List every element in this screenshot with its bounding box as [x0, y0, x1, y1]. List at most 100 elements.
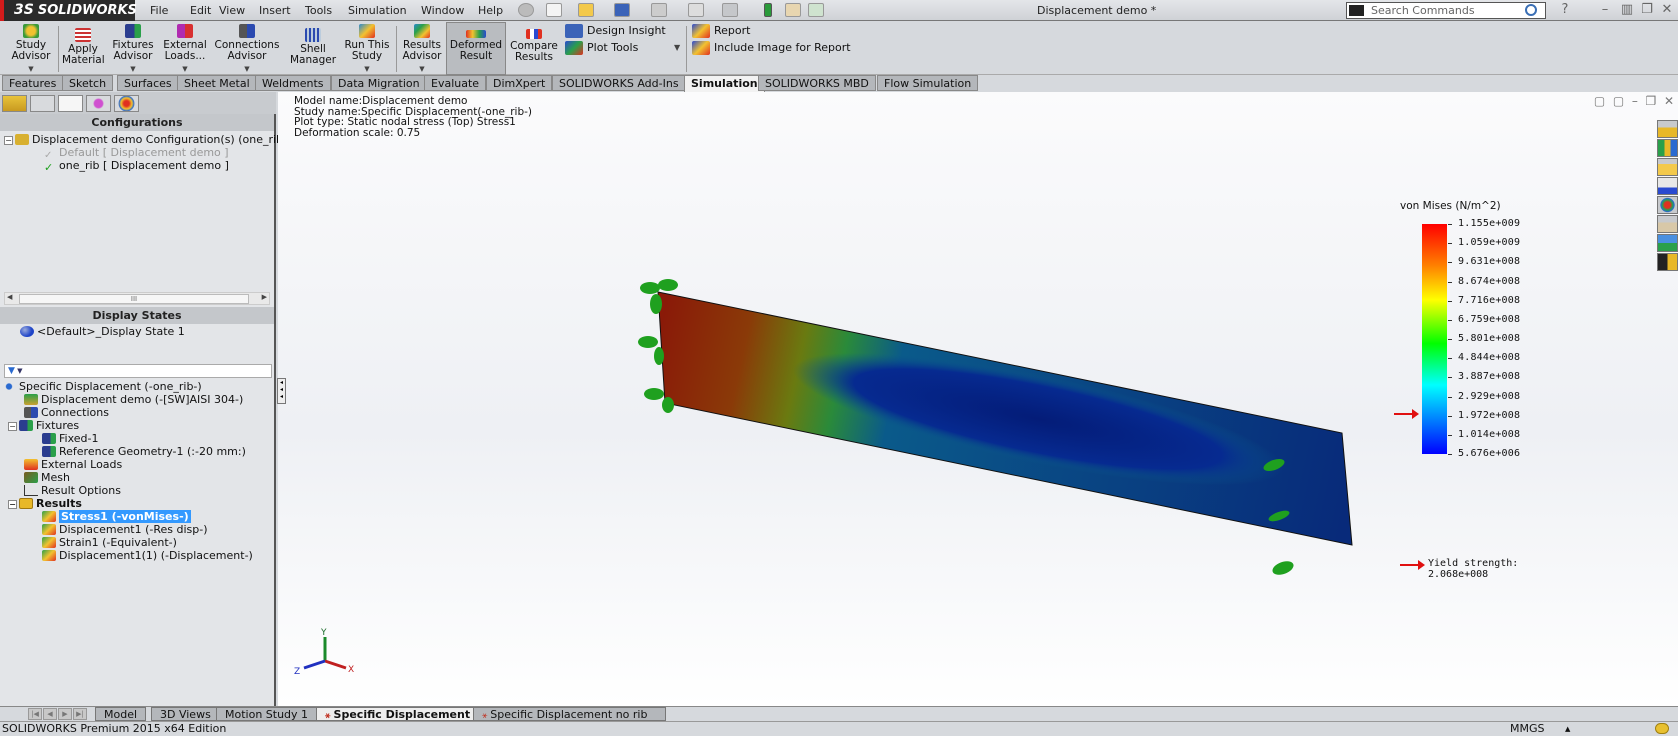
deformed-result-button[interactable]: Deformed Result — [446, 22, 506, 75]
file-properties-icon[interactable] — [785, 3, 801, 17]
filter-bar[interactable]: ▼ ▼ — [4, 364, 272, 378]
file-explorer-icon[interactable] — [1657, 158, 1678, 176]
rebuild-status-icon[interactable] — [1655, 723, 1669, 734]
config-item-one-rib[interactable]: ✓ one_rib [ Displacement demo ] — [4, 159, 274, 174]
tab-3d-views[interactable]: 3D Views — [151, 707, 220, 721]
tree-item-part[interactable]: Displacement demo (-[SW]AISI 304-) — [2, 393, 274, 406]
custom-properties-icon[interactable] — [1657, 215, 1678, 233]
new-document-icon[interactable] — [546, 3, 562, 17]
forum-icon[interactable] — [1657, 234, 1678, 252]
tab-simulation[interactable]: Simulation — [684, 75, 765, 92]
tree-item-fixtures[interactable]: − Fixtures — [2, 419, 274, 432]
tab-data-migration[interactable]: Data Migration — [331, 75, 427, 91]
display-state-item[interactable]: <Default>_Display State 1 — [20, 325, 274, 338]
tab-specific-displacement[interactable]: ⚹ Specific Displacement — [316, 707, 480, 721]
design-library-icon[interactable] — [1657, 139, 1678, 157]
tree-item-strain1[interactable]: Strain1 (-Equivalent-) — [2, 536, 274, 549]
compare-results-button[interactable]: Compare Results — [510, 22, 558, 75]
menu-file[interactable]: File — [150, 0, 168, 21]
plot-tools-dropdown-icon[interactable]: ▼ — [674, 43, 680, 52]
design-insight-button[interactable]: Design Insight — [563, 23, 683, 39]
tree-item-displacement1[interactable]: Displacement1 (-Res disp-) — [2, 523, 274, 536]
scroll-right-icon[interactable]: ▶ — [262, 293, 267, 301]
tab-evaluate[interactable]: Evaluate — [424, 75, 487, 91]
view-palette-icon[interactable] — [1657, 177, 1678, 195]
tab-surfaces[interactable]: Surfaces — [117, 75, 179, 91]
collapse-icon[interactable]: − — [4, 136, 13, 145]
tab-flow-simulation[interactable]: Flow Simulation — [877, 75, 979, 91]
study-advisor-button[interactable]: Study Advisor ▼ — [8, 22, 54, 75]
report-button[interactable]: Report — [690, 23, 890, 39]
feature-manager-tab-icon[interactable] — [2, 95, 27, 112]
tree-item-mesh[interactable]: Mesh — [2, 471, 274, 484]
tab-model[interactable]: Model — [95, 707, 147, 721]
tree-item-fixed-1[interactable]: Fixed-1 — [2, 432, 274, 445]
collapse-icon[interactable]: − — [8, 422, 17, 431]
options-icon[interactable] — [808, 3, 824, 17]
menu-window[interactable]: Window — [421, 0, 464, 21]
open-folder-icon[interactable] — [578, 3, 594, 17]
tree-item-reference-geometry-1[interactable]: Reference Geometry-1 (:-20 mm:) — [2, 445, 274, 458]
tree-item-results[interactable]: − Results — [2, 497, 274, 510]
tile-icon[interactable]: ▥ — [1618, 2, 1636, 17]
solidworks-resources-icon[interactable] — [1657, 120, 1678, 138]
configurations-root[interactable]: − Displacement demo Configuration(s) (one… — [4, 133, 287, 146]
dimxpert-manager-tab-icon[interactable] — [86, 95, 111, 112]
pin-icon[interactable] — [518, 3, 534, 17]
tab-solidworks-add-ins[interactable]: SOLIDWORKS Add-Ins — [552, 75, 686, 91]
display-manager-tab-icon[interactable] — [114, 95, 139, 112]
units-selector[interactable]: MMGS — [1510, 722, 1545, 736]
tab-weldments[interactable]: Weldments — [255, 75, 331, 91]
plot-tools-button[interactable]: Plot Tools — [563, 40, 683, 56]
tree-item-external-loads[interactable]: External Loads — [2, 458, 274, 471]
appearances-icon[interactable] — [1657, 196, 1678, 214]
graphics-area[interactable]: Model name:Displacement demo Study name:… — [278, 92, 1678, 706]
menu-help[interactable]: Help — [478, 0, 503, 21]
search-icon[interactable] — [1525, 4, 1537, 16]
results-advisor-button[interactable]: Results Advisor ▼ — [400, 22, 444, 75]
print-icon[interactable] — [651, 3, 667, 17]
fixtures-advisor-button[interactable]: Fixtures Advisor ▼ — [108, 22, 158, 75]
tab-sketch[interactable]: Sketch — [62, 75, 114, 91]
config-item-default[interactable]: ✓ Default [ Displacement demo ] — [4, 146, 274, 161]
tab-features[interactable]: Features — [2, 75, 64, 91]
simulation-advisor-icon[interactable] — [1657, 253, 1678, 271]
save-icon[interactable] — [614, 3, 630, 17]
minimize-icon[interactable]: – — [1596, 2, 1614, 17]
horizontal-scrollbar[interactable]: ◀ III ▶ — [4, 292, 270, 305]
property-manager-tab-icon[interactable] — [30, 95, 55, 112]
first-tab-icon[interactable]: |◀ — [28, 708, 42, 720]
tab-sheet-metal[interactable]: Sheet Metal — [177, 75, 257, 91]
last-tab-icon[interactable]: ▶| — [73, 708, 87, 720]
include-image-for-report-button[interactable]: Include Image for Report — [690, 40, 890, 56]
tree-item-stress1[interactable]: Stress1 (-vonMises-) — [2, 510, 274, 523]
collapse-panel-handle[interactable]: ◂ ◂ ◂ — [277, 378, 286, 404]
select-pointer-icon[interactable] — [722, 3, 738, 17]
tab-solidworks-mbd[interactable]: SOLIDWORKS MBD — [758, 75, 876, 91]
previous-tab-icon[interactable]: ◀ — [43, 708, 57, 720]
restore-icon[interactable]: ❐ — [1638, 2, 1656, 17]
study-root[interactable]: Specific Displacement (-one_rib-) — [2, 380, 274, 393]
tree-item-displacement1-1[interactable]: Displacement1(1) (-Displacement-) — [2, 549, 274, 562]
stress-legend[interactable]: von Mises (N/m^2) 1.155e+009 1.059e+009 9.… — [1394, 200, 1580, 580]
scroll-left-icon[interactable]: ◀ — [7, 293, 12, 301]
menu-insert[interactable]: Insert — [259, 0, 291, 21]
filter-icon[interactable]: ▼ — [8, 366, 15, 376]
connections-advisor-button[interactable]: Connections Advisor ▼ — [213, 22, 281, 75]
orientation-triad[interactable]: Y X Z — [294, 628, 354, 677]
undo-icon[interactable] — [688, 3, 704, 17]
shell-manager-button[interactable]: Shell Manager — [288, 22, 338, 75]
tab-dimxpert[interactable]: DimXpert — [486, 75, 553, 91]
run-this-study-button[interactable]: Run This Study ▼ — [343, 22, 391, 75]
menu-view[interactable]: View — [219, 0, 245, 21]
configuration-manager-tab-icon[interactable] — [58, 95, 83, 112]
units-dropdown-icon[interactable]: ▲ — [1565, 722, 1570, 736]
solidworks-logo[interactable]: 3S SOLIDWORKS — [0, 0, 137, 21]
collapse-icon[interactable]: − — [8, 500, 17, 509]
scrollbar-thumb[interactable]: III — [19, 294, 249, 304]
help-icon[interactable]: ? — [1556, 2, 1574, 17]
close-icon[interactable]: ✕ — [1658, 2, 1676, 17]
menu-tools[interactable]: Tools — [305, 0, 332, 21]
next-tab-icon[interactable]: ▶ — [58, 708, 72, 720]
external-loads-button[interactable]: External Loads... ▼ — [160, 22, 210, 75]
